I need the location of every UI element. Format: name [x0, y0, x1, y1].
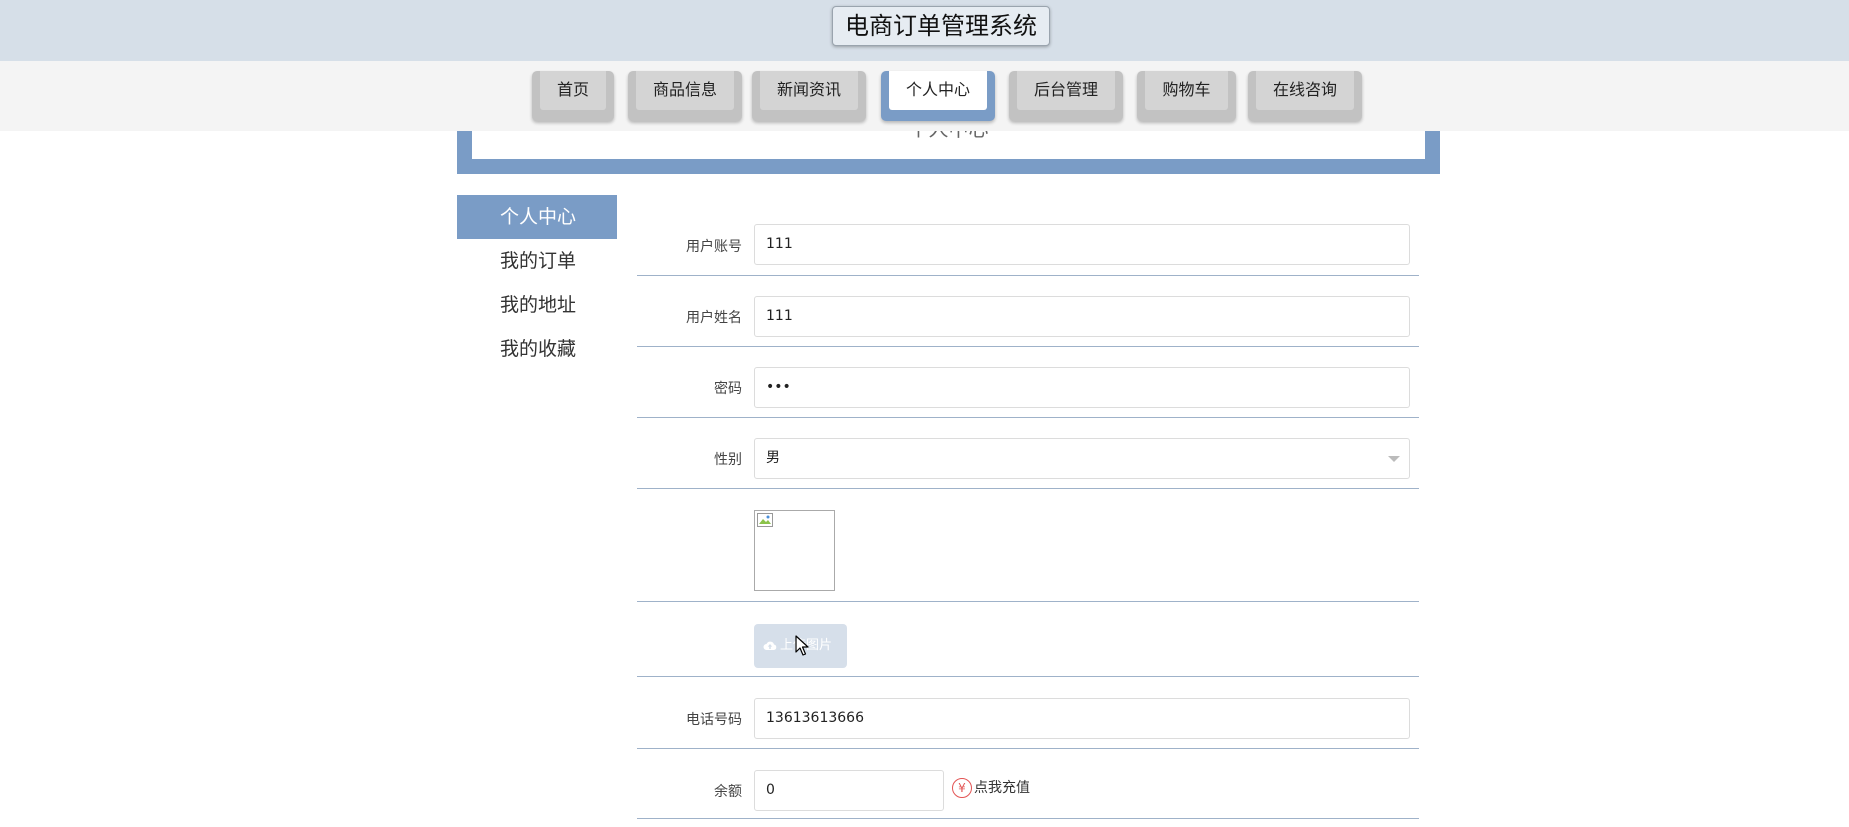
- nav-item-products[interactable]: 商品信息: [628, 71, 742, 121]
- nav-item-label: 后台管理: [1017, 71, 1115, 110]
- cloud-upload-icon: [763, 641, 777, 650]
- form-row-avatar: [637, 489, 1419, 602]
- nav-item-label: 新闻资讯: [760, 71, 858, 110]
- chevron-down-icon: [1388, 456, 1400, 462]
- nav-item-label: 在线咨询: [1256, 71, 1354, 110]
- app-header: 电商订单管理系统: [0, 0, 1849, 61]
- banner-box: 个人中心: [472, 131, 1425, 159]
- recharge-label: 点我充值: [974, 780, 1030, 796]
- gender-select[interactable]: 男: [754, 438, 1410, 479]
- gender-value: 男: [766, 450, 780, 466]
- sidebar-item-orders[interactable]: 我的订单: [457, 239, 617, 283]
- sidebar-item-personal-center[interactable]: 个人中心: [457, 195, 617, 239]
- gender-label: 性别: [714, 452, 742, 468]
- recharge-link[interactable]: ¥ 点我充值: [952, 778, 1030, 798]
- nav-item-label: 商品信息: [636, 71, 734, 110]
- nav-item-admin[interactable]: 后台管理: [1009, 71, 1123, 121]
- form-row-phone: 电话号码 13613613666: [637, 698, 1419, 749]
- form-row-account: 用户账号 111: [637, 224, 1419, 276]
- form-row-balance: 余额 0 ¥ 点我充值: [637, 749, 1419, 819]
- nav-item-label: 个人中心: [889, 71, 987, 110]
- phone-label: 电话号码: [686, 712, 742, 728]
- nav-item-personal-center[interactable]: 个人中心: [881, 71, 995, 121]
- site-title: 电商订单管理系统: [832, 6, 1050, 46]
- nav-item-home[interactable]: 首页: [532, 71, 614, 121]
- avatar-image: [754, 510, 835, 591]
- sidebar-item-address[interactable]: 我的地址: [457, 283, 617, 327]
- form-row-name: 用户姓名 111: [637, 296, 1419, 347]
- balance-input[interactable]: 0: [754, 770, 944, 811]
- name-input[interactable]: 111: [754, 296, 1410, 337]
- main-nav: 首页 商品信息 新闻资讯 个人中心 后台管理 购物车 在线咨询: [0, 61, 1849, 131]
- nav-item-consult[interactable]: 在线咨询: [1248, 71, 1362, 121]
- form-row-password: 密码 •••: [637, 367, 1419, 418]
- password-label: 密码: [714, 381, 742, 397]
- nav-item-label: 首页: [540, 71, 606, 110]
- nav-item-label: 购物车: [1145, 71, 1228, 110]
- yuan-icon: ¥: [952, 778, 972, 798]
- nav-item-cart[interactable]: 购物车: [1137, 71, 1236, 121]
- name-label: 用户姓名: [686, 310, 742, 326]
- mouse-cursor-icon: [795, 635, 809, 656]
- broken-image-icon: [757, 513, 773, 527]
- phone-input[interactable]: 13613613666: [754, 698, 1410, 739]
- account-label: 用户账号: [686, 239, 742, 255]
- page-banner: 个人中心: [457, 131, 1440, 174]
- account-input[interactable]: 111: [754, 224, 1410, 265]
- nav-item-news[interactable]: 新闻资讯: [752, 71, 866, 121]
- page-title: 个人中心: [909, 131, 989, 141]
- form-row-gender: 性别 男: [637, 438, 1419, 489]
- sidebar-item-favorites[interactable]: 我的收藏: [457, 327, 617, 371]
- balance-label: 余额: [714, 784, 742, 800]
- password-input[interactable]: •••: [754, 367, 1410, 408]
- form-row-upload: 上传图片: [637, 602, 1419, 677]
